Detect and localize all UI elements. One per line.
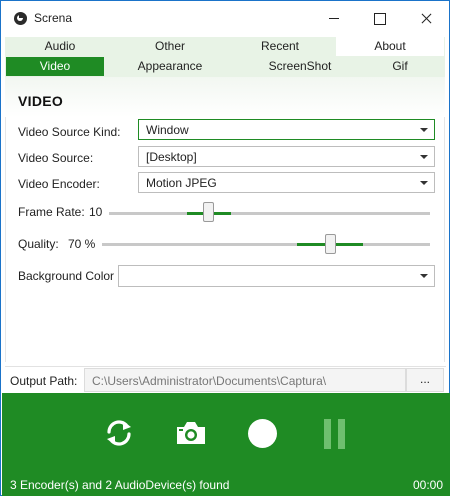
browse-button[interactable]: ... <box>406 368 444 392</box>
tab-audio[interactable]: Audio <box>5 37 115 56</box>
pause-button[interactable] <box>322 418 348 450</box>
quality-slider-track[interactable] <box>102 243 430 246</box>
output-path-value: C:\Users\Administrator\Documents\Captura… <box>92 374 327 388</box>
video-source-kind-value: Window <box>146 123 189 137</box>
record-button[interactable] <box>247 418 278 449</box>
video-source-select[interactable]: [Desktop] <box>138 146 435 167</box>
video-encoder-select[interactable]: Motion JPEG <box>138 172 435 193</box>
chevron-down-icon <box>420 155 428 159</box>
minimize-button[interactable] <box>311 1 357 35</box>
window-title: Screna <box>34 11 73 25</box>
title-bar[interactable]: Screna <box>1 1 449 35</box>
video-encoder-label: Video Encoder: <box>18 177 100 191</box>
recording-timer: 00:00 <box>412 478 443 492</box>
video-source-value: [Desktop] <box>146 150 197 164</box>
camera-icon <box>175 420 207 446</box>
status-text: 3 Encoder(s) and 2 AudioDevice(s) found <box>10 478 230 492</box>
frame-rate-label: Frame Rate: <box>18 205 85 219</box>
close-button[interactable] <box>403 1 449 35</box>
output-path-bar: Output Path: C:\Users\Administrator\Docu… <box>5 366 446 392</box>
tab-video[interactable]: Video <box>6 57 104 76</box>
video-source-label: Video Source: <box>18 151 94 165</box>
video-source-kind-select[interactable]: Window <box>138 119 435 140</box>
output-path-label: Output Path: <box>10 374 78 388</box>
tab-screenshot[interactable]: ScreenShot <box>245 57 355 76</box>
chevron-down-icon <box>420 274 428 278</box>
tab-gif[interactable]: Gif <box>355 57 445 76</box>
background-color-label: Background Color <box>18 269 115 283</box>
app-window: Screna Audio Other Recent About Video Ap… <box>0 0 450 496</box>
pause-icon <box>322 418 348 450</box>
section-heading: VIDEO <box>18 93 64 109</box>
tab-appearance[interactable]: Appearance <box>115 57 225 76</box>
panel-header-shade <box>5 77 445 117</box>
maximize-button[interactable] <box>357 1 403 35</box>
tab-about[interactable]: About <box>336 37 444 56</box>
quality-value: 70 % <box>68 237 96 251</box>
chevron-down-icon <box>420 128 428 132</box>
frame-rate-slider-thumb[interactable] <box>203 202 214 222</box>
refresh-button[interactable] <box>104 418 134 448</box>
chevron-down-icon <box>420 181 428 185</box>
quality-slider-thumb[interactable] <box>325 234 336 254</box>
control-panel: 3 Encoder(s) and 2 AudioDevice(s) found … <box>2 393 450 496</box>
tab-recent[interactable]: Recent <box>225 37 335 56</box>
frame-rate-value: 10 <box>89 205 103 219</box>
app-logo-icon <box>14 12 27 25</box>
record-icon <box>247 418 278 449</box>
tab-strip: Audio Other Recent About Video Appearanc… <box>5 37 445 77</box>
output-path-field[interactable]: C:\Users\Administrator\Documents\Captura… <box>84 368 406 392</box>
video-encoder-value: Motion JPEG <box>146 176 217 190</box>
quality-label: Quality: <box>18 237 59 251</box>
refresh-icon <box>104 418 134 448</box>
video-source-kind-label: Video Source Kind: <box>18 125 121 139</box>
tab-other[interactable]: Other <box>115 37 225 56</box>
background-color-select[interactable] <box>118 265 435 287</box>
frame-rate-slider-track[interactable] <box>109 212 430 215</box>
screenshot-button[interactable] <box>175 420 207 446</box>
